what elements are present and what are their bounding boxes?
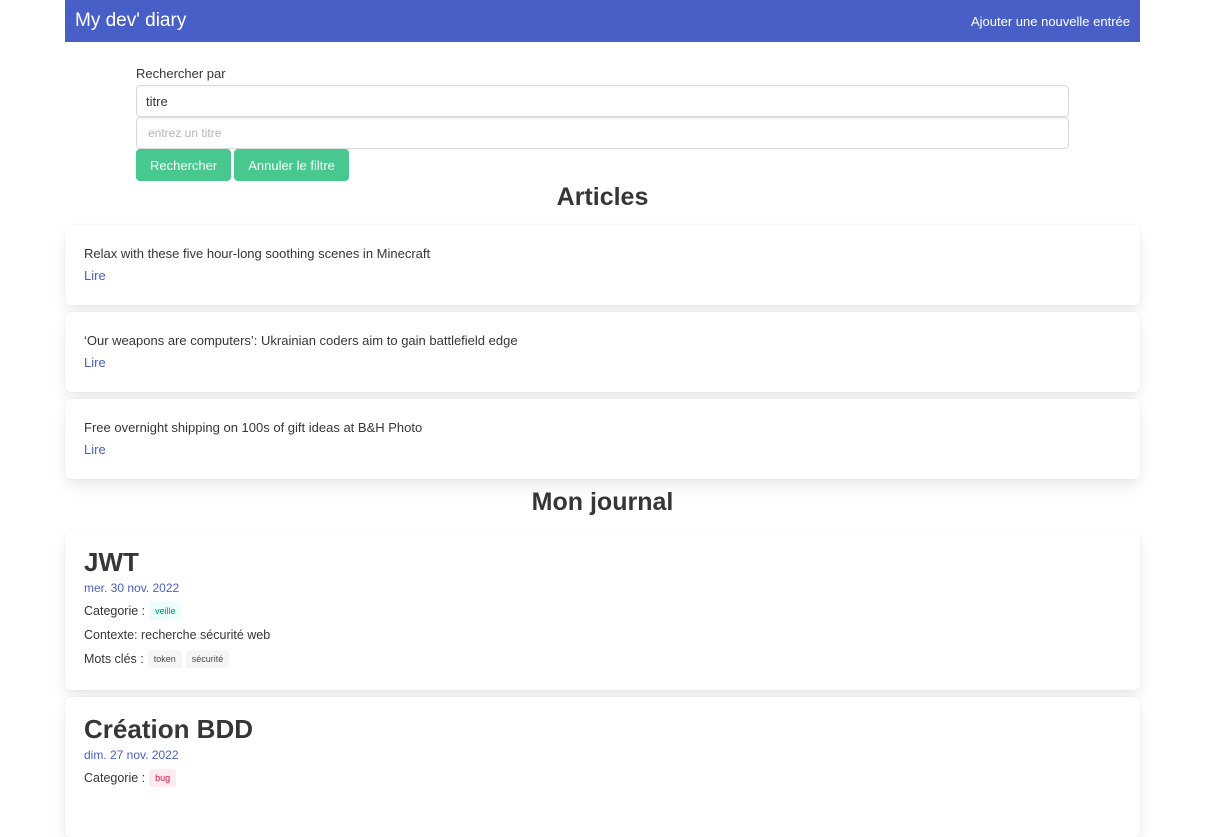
category-label: Categorie : (84, 771, 146, 785)
article-title: ‘Our weapons are computers’: Ukrainian c… (84, 333, 518, 348)
read-link[interactable]: Lire (84, 267, 1121, 285)
reset-filter-button[interactable]: Annuler le filtre (234, 149, 349, 181)
search-label: Rechercher par (136, 66, 226, 81)
search-form: Rechercher par titre Rechercher Annuler … (136, 66, 1069, 181)
category-label: Categorie : (84, 604, 146, 618)
add-entry-link[interactable]: Ajouter une nouvelle entrée (971, 14, 1130, 29)
keyword-tag: sécurité (185, 650, 230, 668)
articles-heading: Articles (556, 183, 649, 211)
read-link[interactable]: Lire (84, 354, 1121, 372)
entry-date: dim. 27 nov. 2022 (84, 748, 179, 762)
article-card: Relax with these five hour-long soothing… (65, 225, 1140, 305)
entry-date: mer. 30 nov. 2022 (84, 581, 180, 595)
entry-category-row: Categorie : bug (84, 769, 1121, 787)
search-input[interactable] (146, 125, 1059, 141)
search-button[interactable]: Rechercher (136, 149, 232, 181)
entry-title: Création BDD (84, 714, 254, 744)
search-input-wrapper (136, 117, 1069, 149)
category-tag: veille (149, 602, 182, 620)
navbar: My dev' diary Ajouter une nouvelle entré… (65, 0, 1140, 42)
article-card: Free overnight shipping on 100s of gift … (65, 399, 1140, 479)
brand-title[interactable]: My dev' diary (75, 10, 186, 32)
article-title: Relax with these five hour-long soothing… (84, 246, 431, 261)
keyword-tag: token (147, 650, 182, 668)
journal-list: JWT mer. 30 nov. 2022 Categorie : veille… (65, 530, 1140, 837)
journal-entry-card[interactable]: JWT mer. 30 nov. 2022 Categorie : veille… (65, 530, 1140, 690)
entry-context: Contexte: recherche sécurité web (84, 628, 271, 642)
articles-list: Relax with these five hour-long soothing… (65, 225, 1140, 479)
search-buttons: Rechercher Annuler le filtre (136, 149, 1069, 181)
entry-category-row: Categorie : veille (84, 602, 1121, 620)
read-link[interactable]: Lire (84, 441, 1121, 459)
category-tag: bug (149, 769, 177, 787)
journal-heading: Mon journal (531, 488, 674, 516)
journal-entry-card[interactable]: Création BDD dim. 27 nov. 2022 Categorie… (65, 697, 1140, 837)
keywords-label: Mots clés : (84, 652, 144, 666)
article-title: Free overnight shipping on 100s of gift … (84, 420, 423, 435)
search-criteria-select[interactable]: titre (136, 85, 1069, 117)
page: My dev' diary Ajouter une nouvelle entré… (65, 0, 1140, 837)
search-criteria-value: titre (146, 93, 168, 109)
article-card: ‘Our weapons are computers’: Ukrainian c… (65, 312, 1140, 392)
entry-keywords-row: Mots clés : token sécurité (84, 650, 1121, 668)
entry-title: JWT (84, 547, 139, 577)
